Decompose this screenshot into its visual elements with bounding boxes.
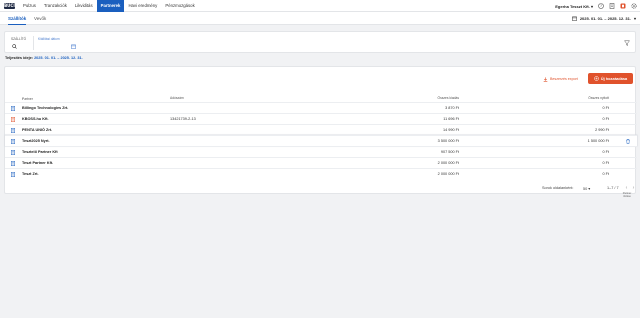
table-row[interactable]: Tesztelő Partner Kft 907 500 Ft 0 Ft: [5, 146, 637, 157]
download-icon: [543, 76, 548, 82]
total-expense: 14 990 Ft: [442, 128, 459, 132]
supplier-search-label: SZÁLLÍTÓ: [11, 37, 27, 41]
export-button[interactable]: Beszerzés export: [543, 74, 578, 84]
open-amount: 0 Ft: [602, 117, 609, 121]
nav-item-partnerek[interactable]: Partnerek: [96, 0, 125, 12]
invoice-icon: [11, 139, 15, 144]
open-amount: 1 500 000 Ft: [587, 139, 609, 143]
open-amount: 0 Ft: [602, 161, 609, 165]
table-row[interactable]: KBOSS.hu Kft. 13421739-2-13 11 696 Ft 0 Ft: [5, 113, 637, 124]
new-partner-button[interactable]: Új hozzáadása: [588, 73, 633, 84]
filter-divider: [33, 36, 34, 50]
sort-arrow-icon: ↑: [22, 97, 24, 101]
nav-item-pulzus[interactable]: Pulzus: [19, 0, 40, 12]
nav-item-havi-eredmeny[interactable]: Havi eredmény: [124, 0, 161, 12]
invoice-icon: [11, 161, 15, 166]
export-label: Beszerzés export: [550, 77, 578, 81]
partner-name[interactable]: PENTA UNIÓ Zrt.: [22, 128, 52, 132]
partner-name[interactable]: Tesztelő Partner Kft: [22, 150, 58, 154]
total-expense: 11 696 Ft: [443, 117, 459, 121]
next-page-icon[interactable]: ›: [631, 185, 636, 192]
invoice-icon: [11, 172, 15, 177]
search-icon[interactable]: [12, 44, 17, 49]
issue-date-field[interactable]: Kiállítási dátum: [38, 37, 60, 41]
plus-circle-icon: [594, 76, 599, 81]
invoice-icon: [11, 106, 15, 111]
table-row[interactable]: Billingo Technologies Zrt. 3 870 Ft 0 Ft: [5, 102, 637, 113]
main-nav: Pulzus Tranzakciók Likviditás Partnerek …: [19, 0, 199, 12]
invoice-icon: [11, 150, 15, 155]
top-right-controls: Egerha Tesszt Kft. ▾ ?: [555, 0, 637, 12]
trash-icon[interactable]: [626, 139, 630, 144]
calendar-icon[interactable]: [71, 44, 76, 49]
top-navigation-bar: BUCI Pulzus Tranzakciók Likviditás Partn…: [0, 0, 640, 12]
calendar-icon: [571, 16, 577, 21]
table-header: Partner ↑ Adószám Összes kiadás Összes n…: [5, 95, 637, 102]
partner-name[interactable]: KBOSS.hu Kft.: [22, 117, 49, 121]
open-amount: 2 990 Ft: [595, 128, 609, 132]
table-row[interactable]: Teszt2025 Nyrt. 3 500 000 Ft 1 500 000 Ft: [5, 135, 637, 146]
pagination: Sorok oldalanként: 50 ▾ 1–7 / 7 ‹ ›: [5, 185, 637, 193]
total-expense: 2 000 000 Ft: [437, 161, 459, 165]
prev-page-icon[interactable]: ‹: [624, 185, 629, 192]
filter-icon[interactable]: [624, 40, 630, 46]
column-header-open[interactable]: Összes nyitott: [588, 96, 609, 100]
filter-panel: SZÁLLÍTÓ Kiállítási dátum: [4, 31, 636, 53]
nav-item-likviditas[interactable]: Likviditás: [71, 0, 97, 12]
fulfillment-date-range: Teljesítés ideje: 2025. 01. 01. – 2025. …: [5, 56, 83, 60]
invoice-icon: [11, 117, 15, 122]
total-expense: 2 000 000 Ft: [437, 172, 459, 176]
table-row[interactable]: Teszt Zrt. 2 000 000 Ft 0 Ft: [5, 168, 637, 179]
chevron-down-icon: ▾: [633, 16, 636, 21]
column-header-tax-id[interactable]: Adószám: [170, 96, 184, 100]
invoice-icon: [11, 128, 15, 133]
svg-text:?: ?: [600, 4, 602, 8]
tab-vevok[interactable]: Vevők: [34, 12, 46, 25]
page-range: 1–7 / 7: [607, 186, 619, 190]
partner-name[interactable]: Teszt Partner Kft.: [22, 161, 53, 165]
table-body: Billingo Technologies Zrt. 3 870 Ft 0 Ft KB…: [5, 102, 637, 179]
tax-id: 13421739-2-13: [170, 117, 196, 121]
sub-navigation: Szállítók Vevők 2025. 01. 01. – 2025. 12…: [0, 12, 640, 25]
open-amount: 0 Ft: [602, 150, 609, 154]
date-range-value: 2025. 01. 01. – 2025. 12. 31.: [34, 56, 83, 60]
notification-icon[interactable]: [620, 3, 626, 9]
document-icon[interactable]: [609, 3, 615, 9]
partners-table-card: Beszerzés export Új hozzáadása Partner ↑…: [4, 66, 637, 198]
rows-per-page-label: Sorok oldalanként:: [542, 186, 574, 190]
app-logo[interactable]: BUCI: [4, 3, 15, 9]
table-row[interactable]: Teszt Partner Kft. 2 000 000 Ft 0 Ft: [5, 157, 637, 168]
new-partner-label: Új hozzáadása: [600, 76, 628, 81]
period-selector[interactable]: 2025. 01. 01. – 2025. 12. 31. ▾: [571, 15, 636, 22]
column-header-total[interactable]: Összes kiadás: [438, 96, 459, 100]
company-selector[interactable]: Egerha Tesszt Kft. ▾: [555, 4, 593, 9]
partner-name[interactable]: Teszt Zrt.: [22, 172, 39, 176]
total-expense: 3 870 Ft: [445, 106, 459, 110]
total-expense: 3 500 000 Ft: [437, 139, 459, 143]
total-expense: 907 500 Ft: [440, 150, 459, 154]
open-amount: 0 Ft: [602, 106, 609, 110]
rows-per-page-value: 50: [583, 187, 588, 191]
open-amount: 0 Ft: [602, 172, 609, 176]
partner-name[interactable]: Teszt2025 Nyrt.: [22, 139, 50, 143]
nav-item-penzmozgasok[interactable]: Pénzmozgások: [161, 0, 198, 12]
period-label: 2025. 01. 01. – 2025. 12. 31.: [579, 16, 631, 21]
nav-item-tranzakciok[interactable]: Tranzakciók: [40, 0, 71, 12]
table-row[interactable]: PENTA UNIÓ Zrt. 14 990 Ft 2 990 Ft: [5, 124, 637, 135]
company-name: Egerha Tesszt Kft.: [555, 3, 590, 9]
partner-name[interactable]: Billingo Technologies Zrt.: [22, 106, 68, 110]
help-icon[interactable]: ?: [598, 3, 604, 9]
date-range-label: Teljesítés ideje:: [5, 56, 33, 60]
rows-per-page-select[interactable]: 50 ▾: [583, 186, 590, 191]
tab-szallitok[interactable]: Szállítók: [8, 12, 27, 25]
settings-icon[interactable]: [631, 3, 637, 9]
